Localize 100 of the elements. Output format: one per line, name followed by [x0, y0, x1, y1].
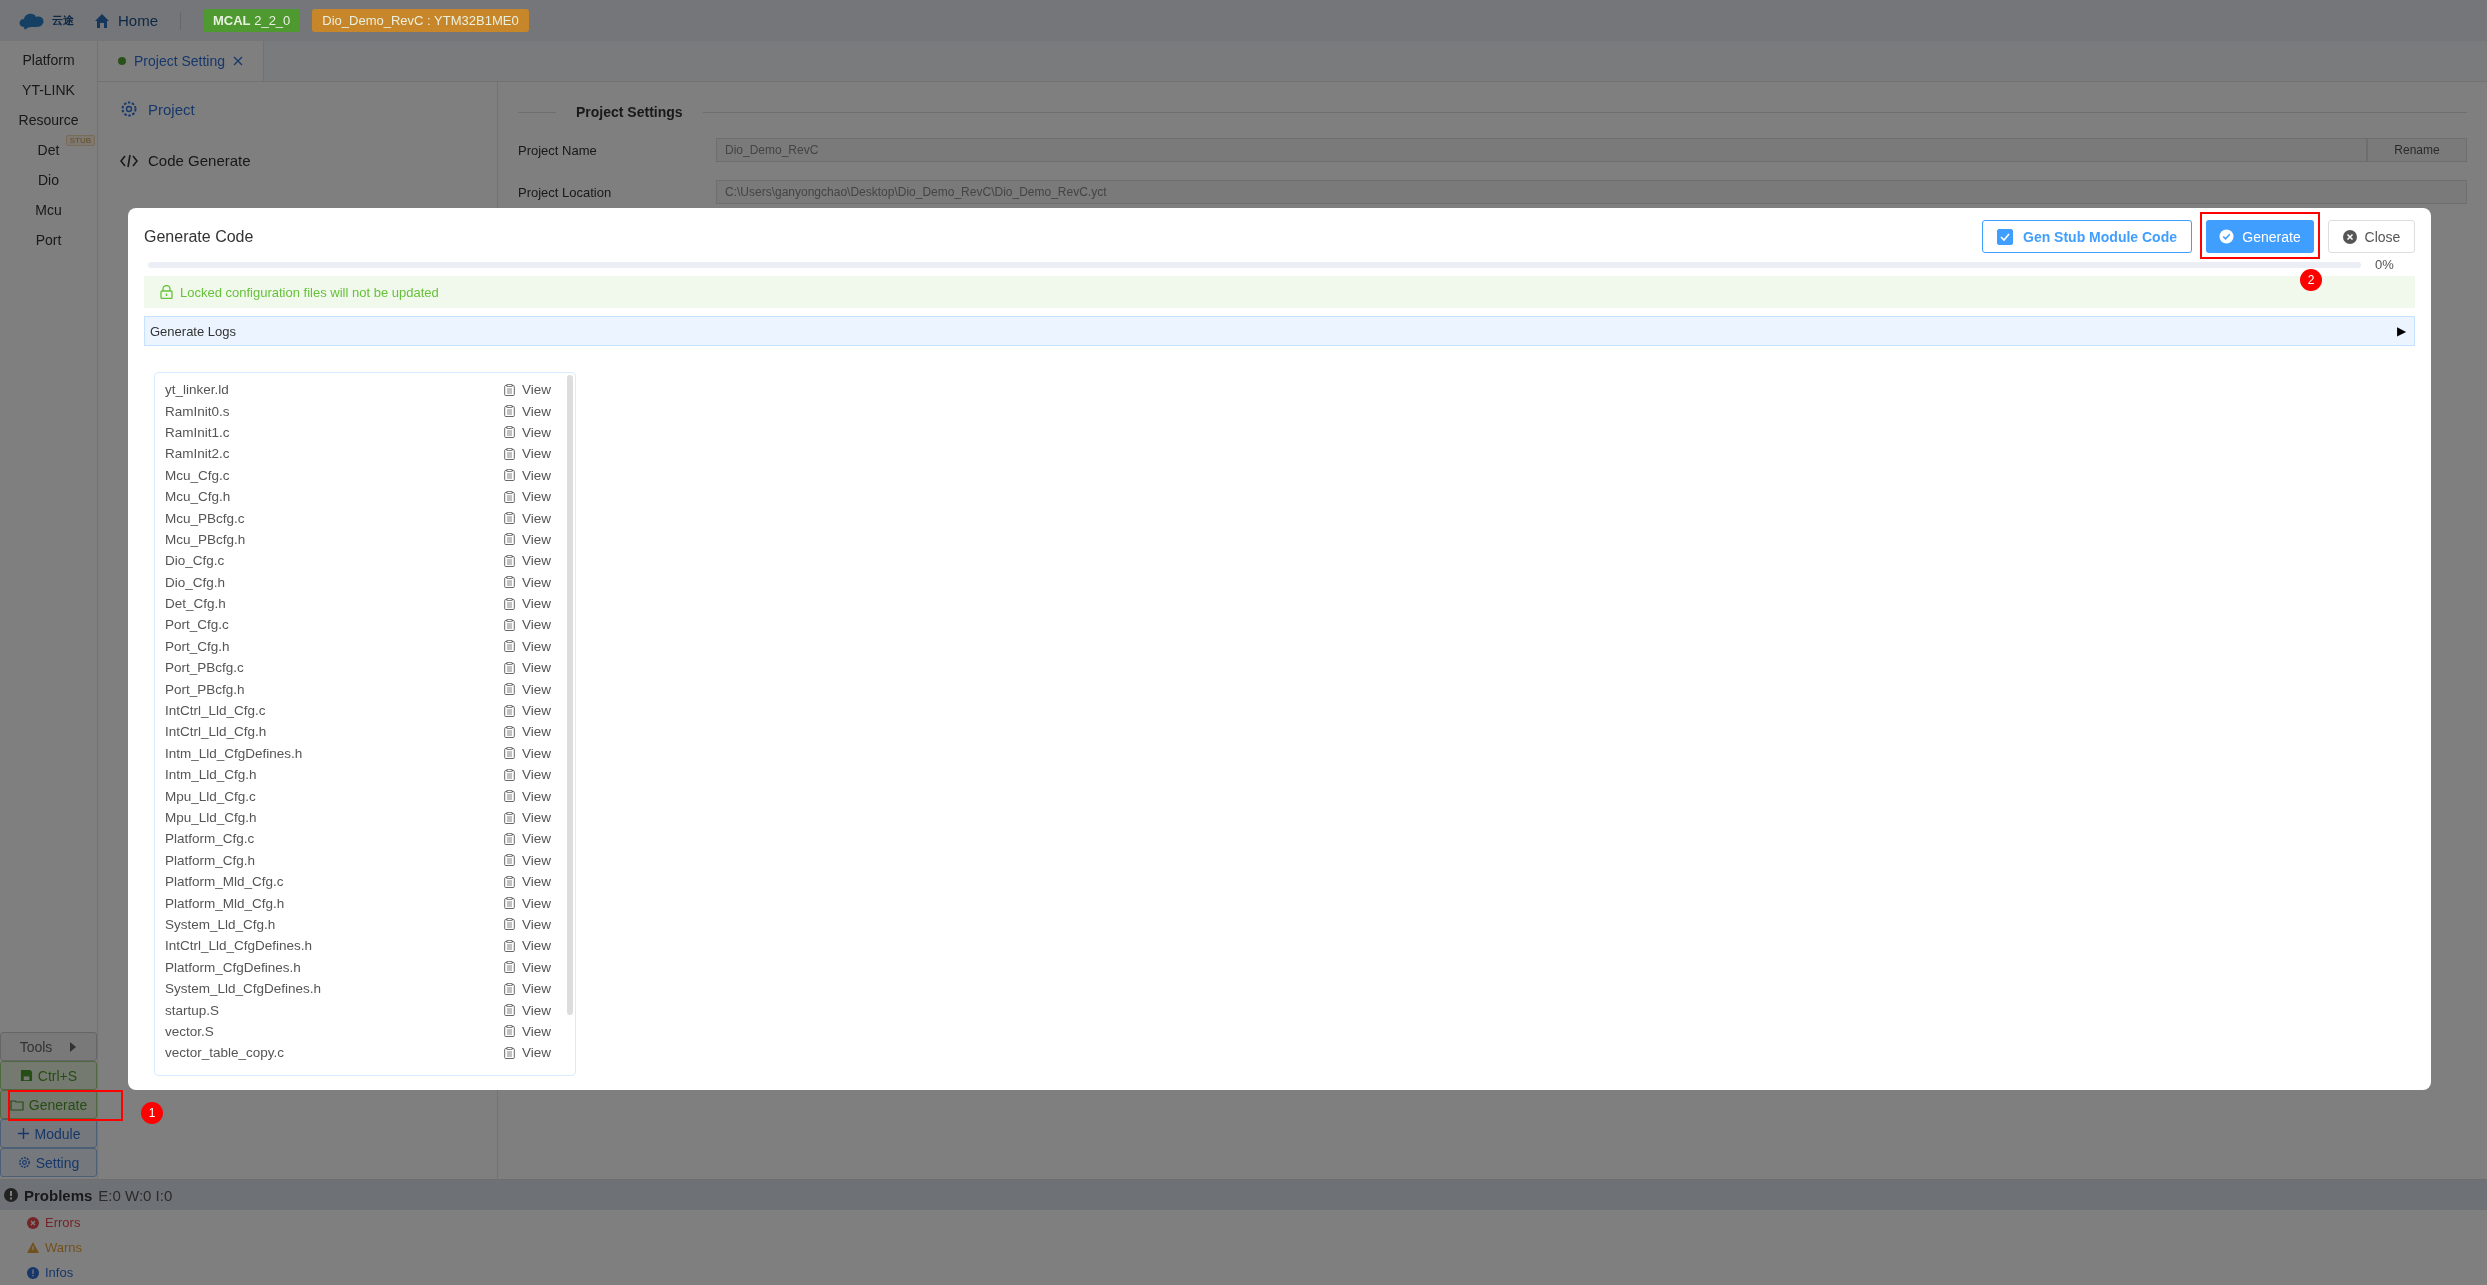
status-dot — [118, 57, 126, 65]
view-link[interactable]: View — [503, 574, 551, 590]
view-link[interactable]: View — [503, 638, 551, 654]
view-link[interactable]: View — [503, 874, 551, 890]
view-link[interactable]: View — [503, 703, 551, 719]
view-link[interactable]: View — [503, 724, 551, 740]
info-icon — [27, 1266, 39, 1279]
view-link[interactable]: View — [503, 531, 551, 547]
file-name: Mcu_PBcfg.c — [165, 510, 245, 526]
view-link[interactable]: View — [503, 1045, 551, 1061]
lock-icon — [160, 285, 173, 299]
view-link[interactable]: View — [503, 959, 551, 975]
view-link[interactable]: View — [503, 831, 551, 847]
clipboard-icon — [503, 1004, 515, 1016]
view-link[interactable]: View — [503, 788, 551, 804]
view-link[interactable]: View — [503, 553, 551, 569]
step-badge: 2 — [2300, 269, 2322, 291]
clipboard-icon — [503, 918, 515, 931]
file-name: Dio_Cfg.c — [165, 553, 225, 569]
file-name: Intm_Lld_Cfg.h — [165, 767, 257, 783]
sidebar-item[interactable]: Mcu — [0, 195, 97, 225]
view-link[interactable]: View — [503, 681, 551, 697]
caret-icon — [69, 1041, 78, 1052]
settings-icon — [120, 100, 138, 118]
file-name: Mpu_Lld_Cfg.c — [165, 788, 256, 804]
stub-badge: STUB — [65, 135, 95, 146]
settings-icon — [17, 1156, 31, 1169]
view-link[interactable]: View — [503, 852, 551, 868]
view-link[interactable]: View — [503, 981, 551, 997]
sidebar-item[interactable]: Platform — [0, 45, 97, 75]
save-icon — [19, 1069, 33, 1082]
field-label: Project Location — [518, 184, 613, 200]
view-link[interactable]: View — [503, 767, 551, 783]
file-name: Dio_Cfg.h — [165, 574, 226, 590]
home-icon — [94, 12, 110, 29]
file-name: RamInit1.c — [165, 424, 230, 440]
clipboard-icon — [503, 576, 515, 589]
folder-icon — [9, 1098, 24, 1111]
clipboard-icon — [503, 490, 515, 503]
file-name: vector.S — [165, 1023, 214, 1039]
file-name: System_Lld_Cfg.h — [165, 916, 276, 932]
file-name: IntCtrl_Lld_Cfg.h — [165, 724, 267, 740]
clipboard-icon — [503, 704, 515, 717]
dialog-title: Generate Code — [144, 227, 254, 246]
section-title: Project Settings — [576, 104, 683, 120]
file-name: yt_linker.ld — [165, 382, 229, 398]
clipboard-icon — [503, 597, 515, 610]
clipboard-icon — [503, 1046, 515, 1059]
view-link[interactable]: View — [503, 810, 551, 825]
clipboard-icon — [503, 661, 515, 674]
logo-text: 云途 — [52, 13, 74, 28]
clipboard-icon — [503, 854, 515, 867]
clipboard-icon — [503, 512, 515, 525]
view-link[interactable]: View — [503, 446, 551, 462]
view-link[interactable]: View — [503, 660, 551, 676]
file-name: startup.S — [165, 1002, 220, 1018]
file-name: Mcu_Cfg.c — [165, 467, 230, 483]
view-link[interactable]: View — [503, 617, 551, 633]
view-link[interactable]: View — [503, 916, 551, 932]
view-link[interactable]: View — [503, 745, 551, 761]
collapse-header[interactable]: Generate Logs ▶ — [144, 316, 2415, 346]
sidebar-item[interactable]: Port — [0, 225, 97, 255]
view-link[interactable]: View — [503, 1002, 551, 1018]
code-icon — [120, 152, 138, 169]
sidebar-item[interactable]: YT-LINK — [0, 75, 97, 105]
view-link[interactable]: View — [503, 510, 551, 526]
file-name: Port_Cfg.h — [165, 638, 230, 654]
check-circle-icon — [2219, 229, 2235, 244]
checkbox[interactable] — [1997, 228, 2013, 245]
clipboard-icon — [503, 640, 515, 653]
file-name: RamInit2.c — [165, 446, 230, 462]
view-link[interactable]: View — [503, 938, 551, 954]
sidebar-item[interactable]: Dio — [0, 165, 97, 195]
file-name: System_Lld_CfgDefines.h — [165, 981, 322, 997]
view-link[interactable]: View — [503, 596, 551, 612]
view-link[interactable]: View — [503, 1023, 551, 1039]
clipboard-icon — [503, 447, 515, 460]
file-name: Platform_CfgDefines.h — [165, 959, 301, 975]
clipboard-icon — [503, 426, 515, 439]
view-link[interactable]: View — [503, 424, 551, 440]
nav-item[interactable]: Code Generate — [120, 152, 475, 169]
progress-percent: 0% — [2375, 257, 2395, 272]
view-link[interactable]: View — [503, 467, 551, 483]
error-icon — [27, 1216, 39, 1229]
file-name: Det_Cfg.h — [165, 596, 226, 612]
version-tag: Dio_Demo_RevC : YTM32B1ME0 — [312, 9, 529, 32]
clipboard-icon — [503, 1025, 515, 1038]
file-name: Port_Cfg.c — [165, 617, 229, 633]
view-link[interactable]: View — [503, 489, 551, 505]
view-link[interactable]: View — [503, 382, 551, 398]
close-button[interactable]: Close — [2328, 220, 2415, 253]
view-link[interactable]: View — [503, 403, 551, 419]
sidebar-item[interactable]: Det STUB — [0, 135, 97, 165]
clipboard-icon — [503, 961, 515, 974]
close-icon[interactable] — [233, 56, 244, 66]
clipboard-icon — [503, 768, 515, 781]
version-tag: MCAL 2_2_0 — [203, 9, 301, 32]
view-link[interactable]: View — [503, 895, 551, 911]
file-name: Platform_Mld_Cfg.c — [165, 874, 284, 890]
sidebar-item[interactable]: Resource — [0, 105, 97, 135]
